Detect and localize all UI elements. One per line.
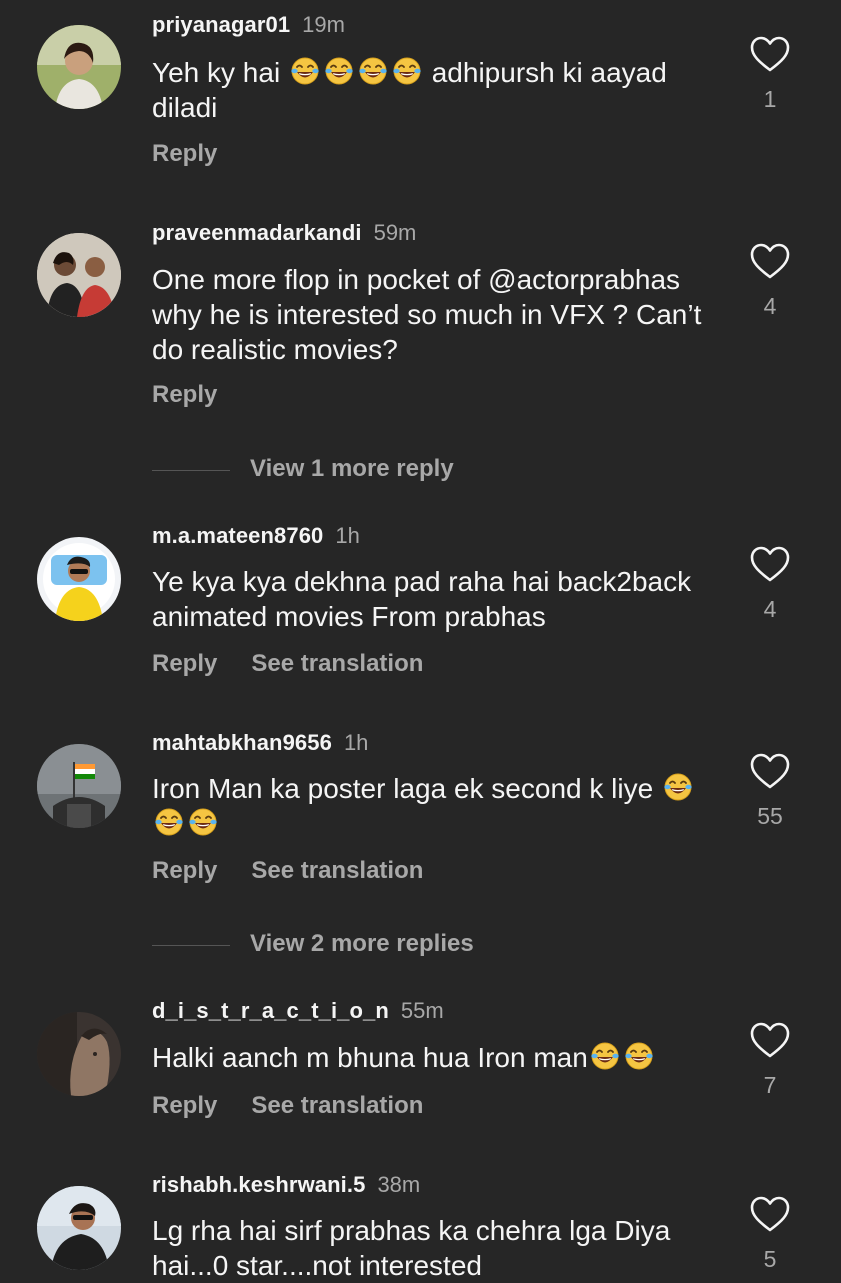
comment-actions: Reply See translation bbox=[152, 1092, 423, 1120]
heart-outline-icon[interactable] bbox=[750, 1022, 790, 1060]
comment-text: Iron Man ka poster laga ek second k liye bbox=[152, 771, 732, 841]
comment-text: One more flop in pocket of @actorprabhas… bbox=[152, 264, 702, 365]
comment-text-part: Halki aanch m bhuna hua Iron man bbox=[152, 1042, 588, 1073]
timestamp: 19m bbox=[302, 12, 345, 37]
laughing-emoji-icon bbox=[324, 56, 354, 86]
like-count: 5 bbox=[763, 1246, 777, 1272]
avatar[interactable] bbox=[37, 1186, 121, 1270]
laughing-emoji-icon bbox=[624, 1041, 654, 1071]
divider-line bbox=[152, 470, 230, 471]
like-count: 55 bbox=[757, 803, 783, 829]
timestamp: 1h bbox=[335, 523, 360, 548]
like-count: 4 bbox=[763, 293, 777, 319]
see-translation-button[interactable]: See translation bbox=[251, 650, 423, 677]
avatar[interactable] bbox=[37, 233, 121, 317]
laughing-emoji-icon bbox=[188, 807, 218, 837]
reply-button[interactable]: Reply bbox=[152, 140, 217, 167]
avatar[interactable] bbox=[37, 25, 121, 109]
comment-actions: Reply bbox=[152, 381, 217, 409]
view-more-replies-label[interactable]: View 2 more replies bbox=[250, 930, 474, 958]
like-control: 4 bbox=[748, 243, 792, 320]
comment-meta: mahtabkhan9656 1h bbox=[152, 730, 368, 756]
laughing-emoji-icon bbox=[392, 56, 422, 86]
like-control: 5 bbox=[748, 1196, 792, 1273]
comment-text: Halki aanch m bhuna hua Iron man bbox=[152, 1040, 732, 1075]
comment-text-part: Yeh ky hai bbox=[152, 57, 288, 88]
heart-outline-icon[interactable] bbox=[750, 546, 790, 584]
comment-actions: Reply bbox=[152, 140, 217, 168]
reply-button[interactable]: Reply bbox=[152, 857, 217, 884]
view-more-replies-label[interactable]: View 1 more reply bbox=[250, 455, 454, 483]
username[interactable]: priyanagar01 bbox=[152, 12, 290, 37]
heart-outline-icon[interactable] bbox=[750, 1196, 790, 1234]
username[interactable]: rishabh.keshrwani.5 bbox=[152, 1172, 365, 1197]
username[interactable]: praveenmadarkandi bbox=[152, 220, 362, 245]
comment-meta: praveenmadarkandi 59m bbox=[152, 220, 416, 246]
laughing-emoji-icon bbox=[154, 807, 184, 837]
comment-text: Ye kya kya dekhna pad raha hai back2back… bbox=[152, 566, 692, 632]
laughing-emoji-icon bbox=[358, 56, 388, 86]
laughing-emoji-icon bbox=[663, 772, 693, 802]
comment-meta: rishabh.keshrwani.5 38m bbox=[152, 1172, 420, 1198]
heart-outline-icon[interactable] bbox=[750, 753, 790, 791]
see-translation-button[interactable]: See translation bbox=[251, 1092, 423, 1119]
see-translation-button[interactable]: See translation bbox=[251, 857, 423, 884]
like-control: 1 bbox=[748, 36, 792, 113]
avatar[interactable] bbox=[37, 1012, 121, 1096]
avatar[interactable] bbox=[37, 744, 121, 828]
like-count: 7 bbox=[763, 1072, 777, 1098]
reply-button[interactable]: Reply bbox=[152, 650, 217, 677]
like-control: 4 bbox=[748, 546, 792, 623]
comment-text: Yeh ky hai adhipursh ki aayad diladi bbox=[152, 55, 732, 125]
divider-line bbox=[152, 945, 230, 946]
username[interactable]: mahtabkhan9656 bbox=[152, 730, 332, 755]
comment-actions: Reply See translation bbox=[152, 650, 423, 678]
like-count: 1 bbox=[763, 86, 777, 112]
laughing-emoji-icon bbox=[590, 1041, 620, 1071]
comment-actions: Reply See translation bbox=[152, 857, 423, 885]
timestamp: 1h bbox=[343, 730, 369, 755]
heart-outline-icon[interactable] bbox=[750, 243, 790, 281]
reply-button[interactable]: Reply bbox=[152, 1092, 217, 1119]
timestamp: 38m bbox=[377, 1172, 421, 1197]
comment-text: Lg rha hai sirf prabhas ka chehra lga Di… bbox=[152, 1215, 671, 1281]
username[interactable]: m.a.mateen8760 bbox=[152, 523, 323, 548]
timestamp: 59m bbox=[373, 220, 417, 245]
laughing-emoji-icon bbox=[290, 56, 320, 86]
heart-outline-icon[interactable] bbox=[750, 36, 790, 74]
reply-button[interactable]: Reply bbox=[152, 381, 217, 408]
comment-meta: m.a.mateen8760 1h bbox=[152, 523, 360, 549]
like-control: 7 bbox=[748, 1022, 792, 1099]
like-count: 4 bbox=[763, 596, 777, 622]
like-control: 55 bbox=[748, 753, 792, 830]
comment-text-part: Iron Man ka poster laga ek second k liye bbox=[152, 773, 654, 804]
comment-meta: d_i_s_t_r_a_c_t_i_o_n 55m bbox=[152, 998, 444, 1024]
avatar[interactable] bbox=[37, 537, 121, 621]
username[interactable]: d_i_s_t_r_a_c_t_i_o_n bbox=[152, 998, 389, 1023]
comment-meta: priyanagar01 19m bbox=[152, 12, 345, 38]
timestamp: 55m bbox=[400, 998, 444, 1023]
